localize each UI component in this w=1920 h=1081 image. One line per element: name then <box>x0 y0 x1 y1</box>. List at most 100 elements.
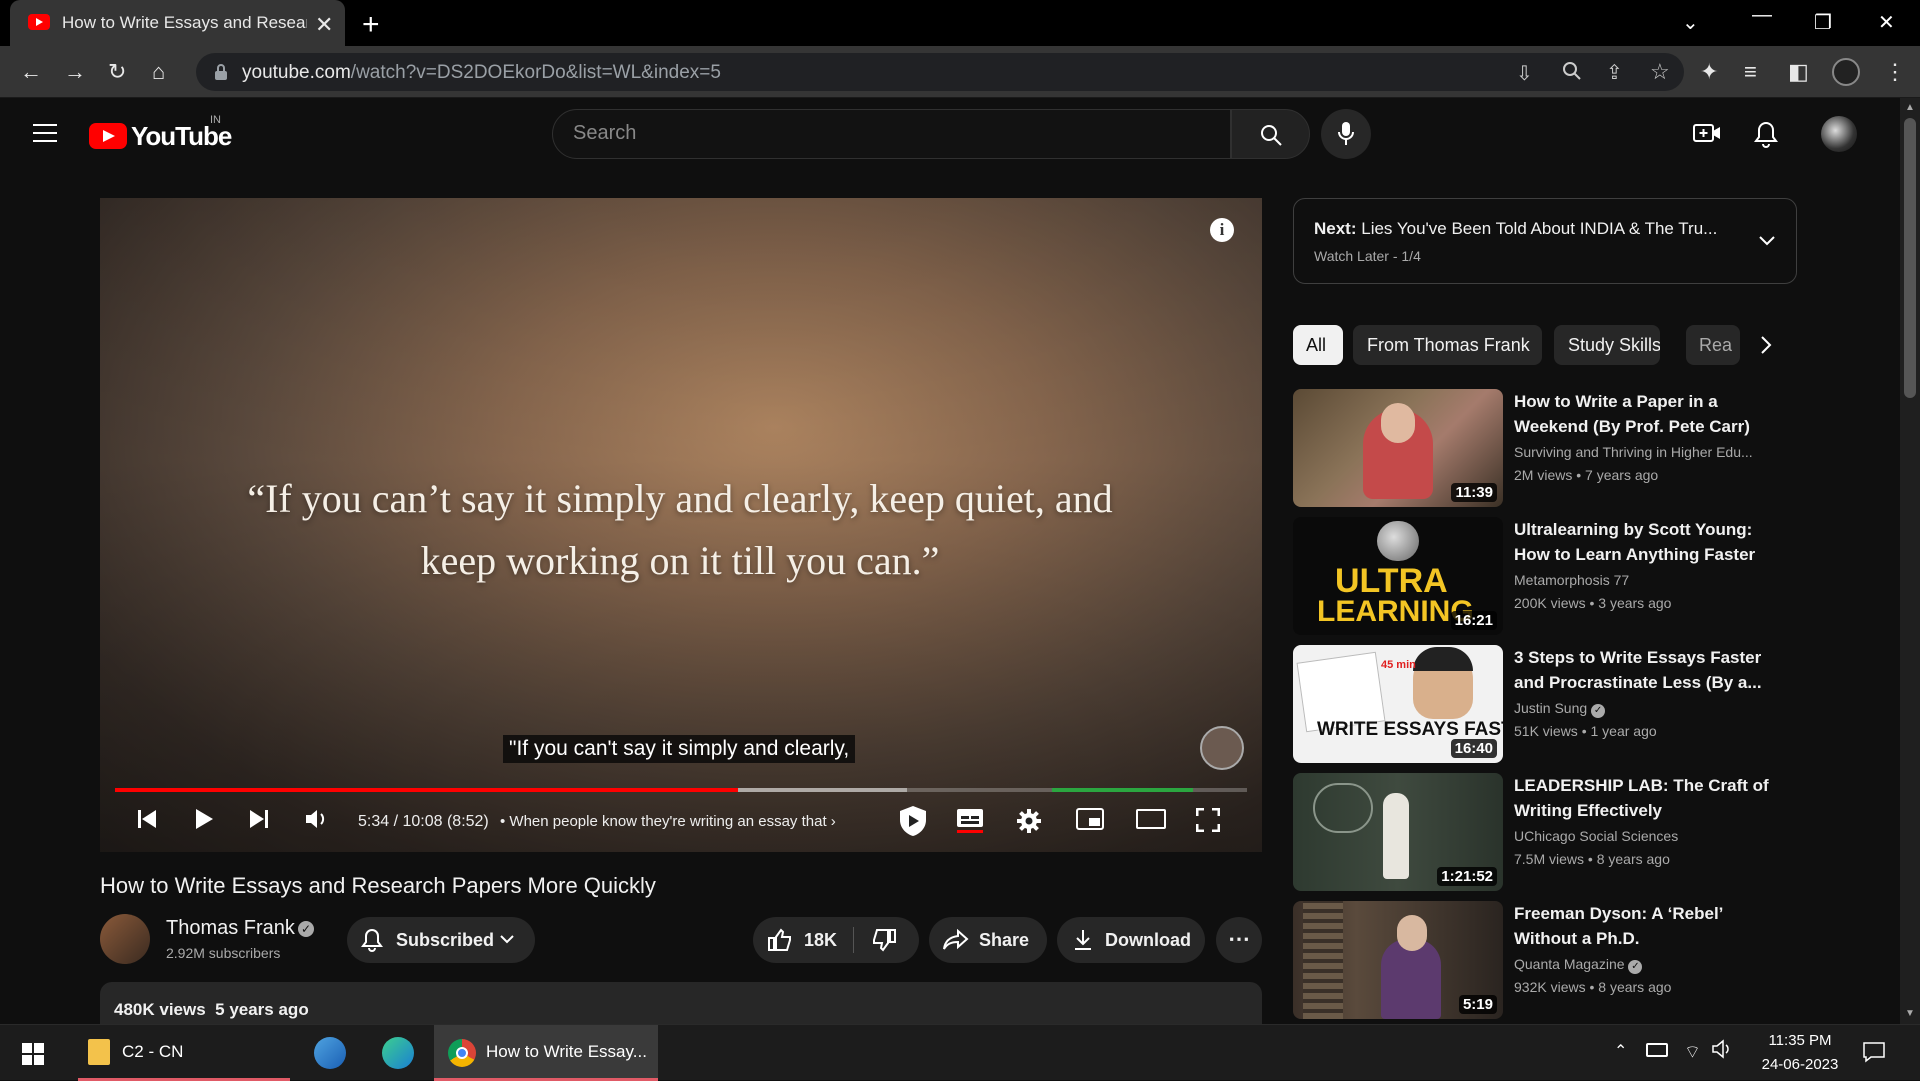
notifications-icon[interactable] <box>1862 1041 1886 1063</box>
chips-next-chevron-icon[interactable] <box>1752 329 1780 361</box>
url-host: youtube.com <box>242 62 351 83</box>
fullscreen-icon[interactable] <box>1196 808 1220 832</box>
youtube-logo-icon[interactable] <box>89 123 127 149</box>
recommended-video[interactable]: ULTRA LEARNING 16:21 Ultralearning by Sc… <box>1293 517 1797 635</box>
theater-mode-icon[interactable] <box>1136 808 1166 830</box>
recommended-video[interactable]: 1:21:52 LEADERSHIP LAB: The Craft of Wri… <box>1293 773 1797 891</box>
bookshelf <box>1303 901 1343 1019</box>
sponsorblock-shield-icon[interactable] <box>896 804 930 838</box>
lock-icon[interactable] <box>214 63 228 81</box>
play-icon[interactable] <box>193 808 215 830</box>
back-icon[interactable]: ← <box>20 59 42 85</box>
chip-study-skills[interactable]: Study Skills <box>1554 325 1660 365</box>
expand-chevron-icon[interactable] <box>1757 230 1777 250</box>
clock-time[interactable]: 11:35 PM <box>1760 1032 1840 1049</box>
bookmark-star-icon[interactable]: ☆ <box>1650 59 1670 85</box>
chip-from-thomas-frank[interactable]: From Thomas Frank <box>1353 325 1542 365</box>
zoom-icon[interactable] <box>1562 61 1582 81</box>
miniplayer-icon[interactable] <box>1076 808 1104 830</box>
extensions-icon[interactable]: ✦ <box>1700 59 1718 85</box>
settings-gear-icon[interactable] <box>1016 808 1042 834</box>
video-duration: 16:21 <box>1450 611 1497 630</box>
recommended-video[interactable]: 11:39 How to Write a Paper in a Weekend … <box>1293 389 1797 507</box>
restore-icon[interactable]: ❐ <box>1814 10 1832 35</box>
video-player[interactable]: “If you can’t say it simply and clearly,… <box>100 198 1262 852</box>
video-thumbnail[interactable]: 5:19 <box>1293 901 1503 1019</box>
side-panel-icon[interactable]: ◧ <box>1788 59 1809 85</box>
bell-icon <box>361 928 383 952</box>
search-button[interactable] <box>1231 109 1310 159</box>
chip-rea[interactable]: Rea <box>1686 325 1740 365</box>
progress-bar[interactable] <box>115 788 1247 792</box>
recommended-title: LEADERSHIP LAB: The Craft of Writing Eff… <box>1514 776 1769 820</box>
notifications-bell-icon[interactable] <box>1754 120 1778 148</box>
next-video-icon[interactable] <box>248 808 270 830</box>
search-input[interactable] <box>573 122 1173 145</box>
minimize-icon[interactable]: — <box>1752 4 1772 27</box>
chip-all[interactable]: All <box>1293 325 1343 365</box>
clock-date[interactable]: 24-06-2023 <box>1752 1056 1848 1073</box>
scroll-up-icon[interactable]: ▲ <box>1905 102 1915 113</box>
more-actions-button[interactable]: ⋯ <box>1216 917 1262 963</box>
video-thumbnail[interactable]: 1:21:52 <box>1293 773 1503 891</box>
window-close-icon[interactable]: ✕ <box>1878 10 1895 35</box>
playlist-next-panel[interactable]: Next: Lies You've Been Told About INDIA … <box>1293 198 1797 284</box>
media-controls-icon[interactable]: ≡ <box>1744 59 1757 85</box>
home-icon[interactable]: ⌂ <box>152 59 165 85</box>
chrome-menu-icon[interactable]: ⋮ <box>1884 59 1906 85</box>
search-box[interactable] <box>552 109 1231 159</box>
progress-played <box>115 788 738 792</box>
scroll-thumb[interactable] <box>1904 118 1916 398</box>
reload-icon[interactable]: ↻ <box>108 59 126 85</box>
wifi-icon[interactable]: ⌔ <box>1684 1041 1701 1064</box>
video-thumbnail[interactable]: 11:39 <box>1293 389 1503 507</box>
previous-video-icon[interactable] <box>136 808 158 830</box>
dislike-button[interactable] <box>871 928 897 952</box>
share-button[interactable]: Share <box>929 917 1047 963</box>
recommended-title: Freeman Dyson: A ‘Rebel’ Without a Ph.D. <box>1514 904 1723 948</box>
subscribed-button[interactable]: Subscribed <box>347 917 535 963</box>
video-thumbnail[interactable]: ULTRA LEARNING 16:21 <box>1293 517 1503 635</box>
thumbnail-face <box>1381 403 1415 443</box>
chapter-title[interactable]: • When people know they're writing an es… <box>500 813 836 830</box>
video-thumbnail[interactable]: 45 min WRITE ESSAYS FAST 16:40 <box>1293 645 1503 763</box>
voice-search-button[interactable] <box>1321 109 1371 159</box>
battery-icon[interactable] <box>1646 1043 1668 1057</box>
recommended-channel: Surviving and Thriving in Higher Edu... <box>1514 444 1753 460</box>
browser-tab[interactable]: How to Write Essays and Research Papers … <box>10 0 345 46</box>
channel-watermark[interactable] <box>1200 726 1244 770</box>
channel-name[interactable]: Thomas Frank <box>166 917 295 940</box>
taskbar-chrome[interactable]: How to Write Essay... <box>434 1025 658 1081</box>
volume-icon[interactable] <box>304 808 330 830</box>
create-video-icon[interactable] <box>1693 122 1721 144</box>
page-scrollbar[interactable]: ▲ ▼ <box>1900 98 1920 1024</box>
url-text[interactable]: youtube.com/watch?v=DS2DOEkorDo&list=WL&… <box>242 62 721 84</box>
verified-badge-icon: ✓ <box>1628 960 1643 974</box>
guide-menu-icon[interactable] <box>32 122 58 144</box>
tray-chevron-up-icon[interactable]: ⌃ <box>1614 1041 1627 1061</box>
subtitles-icon[interactable] <box>956 808 984 834</box>
like-button[interactable] <box>767 928 793 952</box>
tab-search-chevron-icon[interactable]: ⌄ <box>1682 10 1699 35</box>
share-page-icon[interactable]: ⇪ <box>1606 60 1623 85</box>
taskbar-file-explorer[interactable]: C2 - CN <box>78 1025 290 1081</box>
recommended-video[interactable]: 45 min WRITE ESSAYS FAST 16:40 3 Steps t… <box>1293 645 1797 763</box>
address-bar[interactable]: youtube.com/watch?v=DS2DOEkorDo&list=WL&… <box>196 53 1684 91</box>
install-app-icon[interactable]: ⇩ <box>1516 61 1533 86</box>
recommended-video[interactable]: 5:19 Freeman Dyson: A ‘Rebel’ Without a … <box>1293 901 1797 1019</box>
new-tab-icon[interactable]: + <box>362 8 380 42</box>
user-avatar[interactable] <box>1821 116 1857 152</box>
info-icon[interactable]: i <box>1210 218 1234 242</box>
close-tab-icon[interactable]: ✕ <box>315 12 333 38</box>
channel-avatar[interactable] <box>100 914 150 964</box>
taskbar-edge[interactable] <box>376 1025 420 1081</box>
speaker-icon[interactable] <box>1712 1039 1734 1059</box>
forward-icon[interactable]: → <box>64 59 86 85</box>
profile-avatar[interactable] <box>1832 58 1860 86</box>
recommended-age: • 7 years ago <box>1576 467 1659 483</box>
recommended-views: 51K views <box>1514 723 1578 739</box>
scroll-down-icon[interactable]: ▼ <box>1905 1008 1915 1019</box>
start-button[interactable] <box>14 1025 62 1081</box>
taskbar-outlook[interactable] <box>308 1025 352 1081</box>
download-button[interactable]: Download <box>1057 917 1205 963</box>
